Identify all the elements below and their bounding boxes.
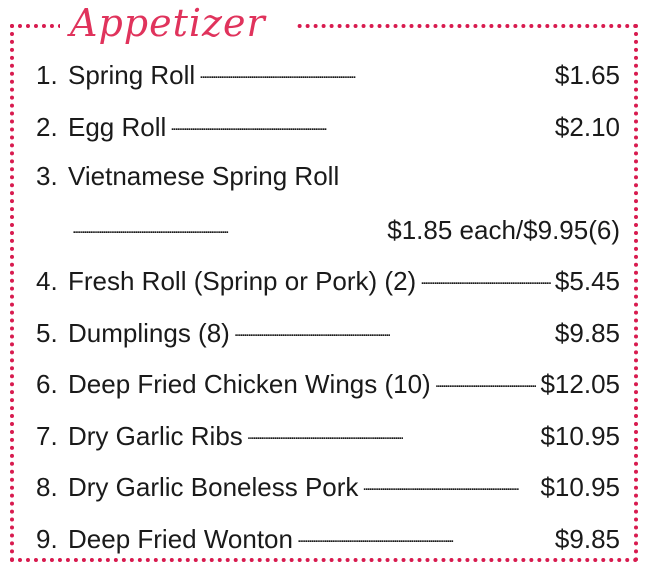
dot-leader [297, 522, 551, 548]
menu-item-5: 5. Dumplings (8) $9.85 [36, 316, 620, 368]
item-name: Vietnamese Spring Roll [68, 161, 340, 191]
item-price: $12.05 [540, 369, 620, 399]
item-price: $10.95 [540, 472, 620, 502]
item-name: Fresh Roll (Sprinp or Pork) (2) [68, 266, 417, 296]
dot-leader [435, 367, 537, 393]
item-number: 2. [36, 111, 58, 142]
menu-item-3: 3. Vietnamese Spring Roll [36, 161, 620, 213]
menu-item-6: 6. Deep Fried Chicken Wings (10) $12.05 [36, 367, 620, 419]
item-name: Dumplings (8) [68, 317, 230, 348]
dot-leader [170, 110, 551, 136]
dot-leader [247, 419, 537, 445]
item-number: 1. [36, 60, 58, 90]
item-number: 9. [36, 523, 58, 554]
dot-leader [199, 58, 551, 84]
item-name: Deep Fried Wonton [68, 523, 293, 554]
item-price: $9.85 [554, 317, 620, 348]
item-price: $1.65 [554, 60, 620, 90]
appetizer-menu-list: 1. Spring Roll $1.65 2. Egg Roll $2.10 3… [36, 58, 620, 573]
item-name: Dry Garlic Ribs [68, 420, 243, 451]
item-number: 4. [36, 266, 58, 296]
item-name: Dry Garlic Boneless Pork [68, 472, 359, 502]
item-price: $10.95 [540, 420, 620, 451]
menu-item-4: 4. Fresh Roll (Sprinp or Pork) (2) $5.45 [36, 264, 620, 316]
item-name: Deep Fried Chicken Wings (10) [68, 369, 431, 399]
item-price: $9.85 [554, 523, 620, 554]
menu-item-7: 7. Dry Garlic Ribs $10.95 [36, 419, 620, 471]
item-number: 3. [36, 161, 58, 191]
menu-item-9: 9. Deep Fried Wonton $9.85 [36, 522, 620, 574]
item-number: 6. [36, 369, 58, 399]
menu-item-8: 8. Dry Garlic Boneless Pork $10.95 [36, 470, 620, 522]
menu-item-3-price-line: $1.85 each/$9.95(6) [36, 213, 620, 265]
dot-leader [72, 213, 383, 239]
section-title: Appetizer [70, 1, 266, 45]
item-number: 7. [36, 420, 58, 451]
item-price: $1.85 each/$9.95(6) [387, 214, 620, 245]
item-number: 8. [36, 472, 58, 502]
dot-leader [234, 316, 551, 342]
item-name: Egg Roll [68, 111, 167, 142]
item-price: $2.10 [554, 111, 620, 142]
menu-item-2: 2. Egg Roll $2.10 [36, 110, 620, 162]
dot-leader [362, 470, 536, 496]
item-price: $5.45 [554, 266, 620, 296]
dot-leader [420, 264, 551, 290]
item-number: 5. [36, 317, 58, 348]
item-name: Spring Roll [68, 60, 196, 90]
menu-item-1: 1. Spring Roll $1.65 [36, 58, 620, 110]
